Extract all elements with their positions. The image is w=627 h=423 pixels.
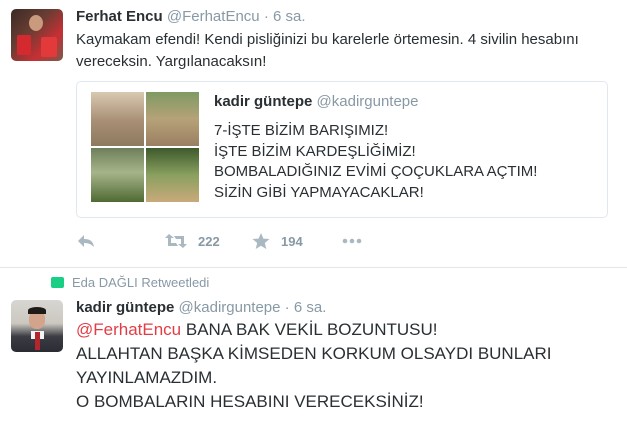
- mention-link[interactable]: @FerhatEncu: [76, 320, 181, 339]
- quoted-text-line: SİZİN GİBİ YAPMAYACAKLAR!: [214, 183, 424, 201]
- retweet-icon: [51, 277, 64, 289]
- tweet-text-line: YAYINLAMAZDIM.: [76, 368, 218, 387]
- favorite-icon[interactable]: [251, 232, 271, 255]
- tweet-text-line: vereceksin. Yargılanacaksın!: [76, 53, 267, 70]
- quoted-text-line: BOMBALADIĞINIZ EVİMİ ÇOÇUKLARA AÇTIM!: [214, 163, 538, 180]
- quoted-text-line: İŞTE BİZİM KARDEŞLİĞİMİZ!: [214, 142, 416, 160]
- retweet-count[interactable]: 222: [198, 234, 220, 249]
- retweeted-by-label[interactable]: Eda DAĞLI Retweetledi: [72, 275, 209, 290]
- separator-dot: ·: [284, 299, 290, 316]
- quoted-photo[interactable]: [91, 92, 144, 146]
- tweet-text-line: O BOMBALARIN HESABINI VERECEKSİNİZ!: [76, 392, 424, 411]
- timestamp[interactable]: 6 sa.: [273, 8, 306, 25]
- tweet-text-line: Kaymakam efendi! Kendi pisliğinizi bu ka…: [76, 31, 579, 48]
- tweet-ferhat-encu[interactable]: Ferhat Encu @FerhatEncu · 6 sa. Kaymakam…: [0, 0, 627, 268]
- quoted-tweet[interactable]: kadir güntepe @kadirguntepe 7-İŞTE BİZİM…: [76, 81, 608, 218]
- reply-icon[interactable]: [76, 232, 96, 255]
- author-handle[interactable]: @FerhatEncu: [167, 8, 260, 25]
- tweet-text-fragment: BANA BAK VEKİL BOZUNTUSU!: [181, 320, 438, 339]
- tweet-text-line: @FerhatEncu BANA BAK VEKİL BOZUNTUSU!: [76, 318, 552, 342]
- tweet-text: @FerhatEncu BANA BAK VEKİL BOZUNTUSU! AL…: [76, 318, 552, 414]
- quoted-photo[interactable]: [146, 92, 199, 146]
- avatar[interactable]: [11, 300, 63, 352]
- tweet-actions: 222 194: [0, 232, 627, 252]
- quoted-text-line: 7-İŞTE BİZİM BARIŞIMIZ!: [214, 122, 389, 139]
- tweet-text-line: ALLAHTAN BAŞKA KİMSEDEN KORKUM OLSAYDI B…: [76, 344, 552, 363]
- tweet-text: Kaymakam efendi! Kendi pisliğinizi bu ka…: [76, 29, 616, 73]
- timestamp[interactable]: 6 sa.: [294, 299, 327, 316]
- retweet-icon[interactable]: [164, 232, 188, 255]
- quoted-author-handle[interactable]: @kadirguntepe: [317, 93, 419, 110]
- quoted-photo[interactable]: [91, 148, 144, 202]
- avatar[interactable]: [11, 9, 63, 61]
- quoted-header: kadir güntepe @kadirguntepe: [214, 93, 419, 110]
- author-name[interactable]: Ferhat Encu: [76, 8, 163, 25]
- quoted-text: 7-İŞTE BİZİM BARIŞIMIZ! İŞTE BİZİM KARDE…: [214, 121, 537, 203]
- favorite-count[interactable]: 194: [281, 234, 303, 249]
- quoted-photo[interactable]: [146, 148, 199, 202]
- retweet-context: Eda DAĞLI Retweetledi: [51, 275, 209, 290]
- separator-dot: ·: [263, 8, 269, 25]
- author-name[interactable]: kadir güntepe: [76, 299, 174, 316]
- tweet-header: Ferhat Encu @FerhatEncu · 6 sa.: [76, 8, 306, 25]
- quoted-author-name[interactable]: kadir güntepe: [214, 93, 312, 110]
- tweet-header: kadir güntepe @kadirguntepe · 6 sa.: [76, 299, 326, 316]
- more-icon[interactable]: [341, 232, 363, 255]
- author-handle[interactable]: @kadirguntepe: [179, 299, 281, 316]
